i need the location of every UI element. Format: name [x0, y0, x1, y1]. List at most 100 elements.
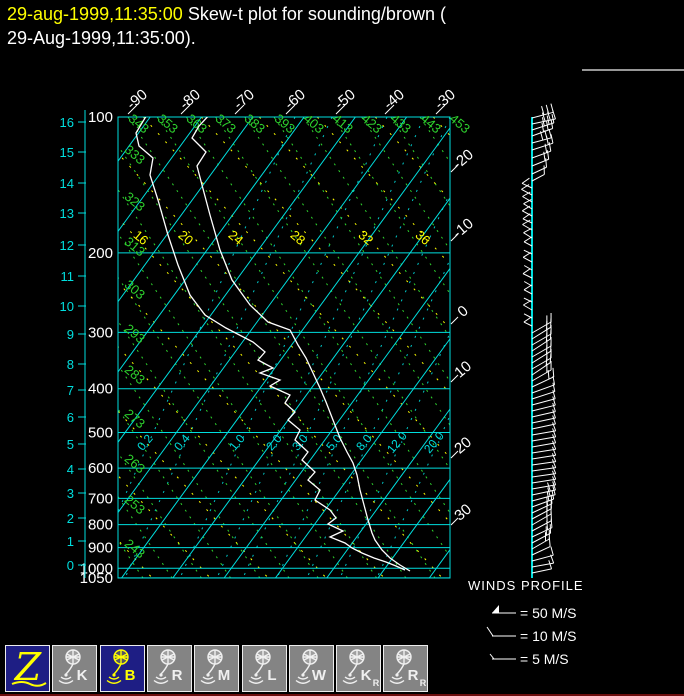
- theta-left-label: 273: [122, 406, 148, 431]
- svg-text:B: B: [124, 667, 135, 684]
- isotherm: [223, 267, 450, 578]
- moist-adiabat: [374, 117, 450, 201]
- wind-barb-staff: [531, 503, 553, 514]
- wind-barb-staff: [531, 430, 556, 436]
- toolbar-station-button-kr[interactable]: K R: [336, 645, 382, 692]
- toolbar-station-button-k[interactable]: K: [52, 645, 98, 692]
- sounding-balloon-icon: K: [58, 649, 88, 684]
- wind-barb-staff: [522, 256, 533, 263]
- wind-barb-feather: [522, 252, 532, 258]
- wind-barb-staff: [531, 345, 552, 358]
- dewpoint-trace: [135, 117, 406, 571]
- moist-adiabat: [0, 117, 94, 578]
- height-tick-label: 3: [67, 486, 74, 501]
- dry-adiabat: [0, 117, 114, 578]
- toolbar-station-button-rr[interactable]: R R: [383, 645, 429, 692]
- wind-barb-feather: [522, 191, 531, 197]
- sounding-balloon-icon: B: [106, 649, 135, 684]
- dry-adiabat: [156, 117, 450, 558]
- height-tick-label: 7: [67, 383, 74, 398]
- toolbar-station-button-r[interactable]: R: [146, 645, 192, 692]
- svg-text:K: K: [77, 667, 88, 684]
- moist-adiabat: [118, 281, 385, 578]
- wind-barb-staff: [522, 218, 533, 224]
- height-tick-label: 14: [60, 176, 74, 191]
- isotherm: [118, 117, 151, 162]
- wind-barb-staff: [531, 417, 556, 424]
- height-tick-label: 2: [67, 511, 74, 526]
- wind-barb-staff: [531, 484, 556, 490]
- wind-barb-staff: [531, 321, 552, 334]
- toolbar-station-button-w[interactable]: W: [288, 645, 334, 692]
- svg-text:W: W: [312, 667, 327, 684]
- pressure-tick-label: 300: [88, 324, 113, 341]
- wind-barb-staff: [531, 333, 552, 346]
- temp-top-label: -60: [281, 86, 309, 113]
- legend-full-barb-icon: [486, 626, 494, 637]
- wind-barb-staff: [531, 448, 556, 454]
- svg-text:L: L: [267, 667, 276, 684]
- wind-barbs: [521, 103, 557, 574]
- mixing-ratio-lines: [118, 117, 450, 578]
- moist-adiabat-label: 28: [288, 227, 309, 248]
- wind-barb-feather: [521, 177, 530, 184]
- svg-text:M: M: [218, 667, 231, 684]
- dry-adiabat: [185, 117, 450, 514]
- wind-barb-staff: [523, 249, 533, 255]
- wind-barb-staff: [531, 398, 556, 406]
- wind-barb-feather: [545, 158, 547, 168]
- toolbar-station-button-b[interactable]: B: [99, 645, 145, 692]
- wind-barb-feather: [550, 134, 554, 144]
- wind-barb-staff: [531, 467, 556, 472]
- wind-barb-staff: [531, 391, 555, 400]
- wind-barb-staff: [522, 273, 533, 279]
- moist-adiabat-label: 24: [226, 227, 247, 248]
- sounding-balloon-icon: L: [248, 649, 276, 684]
- theta-left-label: 333: [122, 142, 148, 167]
- wind-barb-staff: [531, 568, 552, 574]
- mixing-ratio-label: 3.0: [289, 431, 311, 453]
- theta-left-label: 303: [122, 277, 148, 302]
- moist-adiabat: [200, 117, 450, 395]
- dry-adiabat-lines: [0, 117, 450, 578]
- toolbar-station-button-m[interactable]: M: [194, 645, 240, 692]
- mixing-ratio-label: 8.0: [353, 431, 375, 453]
- wind-barb-feather: [523, 316, 532, 323]
- theta-left-label: 243: [122, 536, 148, 561]
- legend-flag-icon: [492, 605, 499, 613]
- toolbar-logo-button[interactable]: Z: [5, 645, 50, 692]
- wind-barb-staff: [531, 338, 551, 352]
- height-tick-label: 13: [60, 206, 74, 221]
- mixing-ratio-line: [124, 117, 333, 578]
- wind-barb-staff: [531, 362, 551, 376]
- wind-barb-staff: [531, 137, 552, 144]
- button-subscript: R: [420, 678, 427, 688]
- wind-barb-staff: [531, 508, 552, 520]
- wind-barb-staff: [531, 473, 556, 478]
- height-tick-label: 9: [67, 327, 74, 342]
- wind-barb-feather: [523, 199, 532, 205]
- wind-barb-feather: [548, 129, 552, 138]
- wind-barb-staff: [531, 478, 556, 484]
- theta-top-label: 443: [418, 111, 444, 136]
- pressure-tick-label: 100: [88, 109, 113, 126]
- dry-adiabat: [448, 117, 450, 120]
- theta-top-label: 453: [447, 111, 473, 136]
- sounding-balloon-icon: M: [200, 649, 231, 684]
- isotherm: [274, 337, 450, 578]
- legend-label: = 10 M/S: [520, 628, 576, 644]
- legend-label: = 50 M/S: [520, 605, 576, 621]
- pressure-grid: [118, 116, 450, 579]
- toolbar-station-button-l[interactable]: L: [241, 645, 287, 692]
- sounding-balloon-icon: K R: [342, 649, 380, 688]
- wind-barb-staff: [531, 538, 550, 550]
- theta-top-label: 403: [301, 111, 327, 136]
- sounding-balloon-icon: R R: [389, 649, 427, 688]
- wind-barb-staff: [531, 404, 556, 412]
- theta-left-label: 293: [122, 321, 148, 346]
- wind-barb-feather: [548, 537, 551, 547]
- wind-barb-feather: [551, 113, 555, 123]
- moist-adiabat: [118, 217, 443, 578]
- wind-barb-staff: [531, 442, 556, 448]
- svg-text:R: R: [408, 667, 419, 684]
